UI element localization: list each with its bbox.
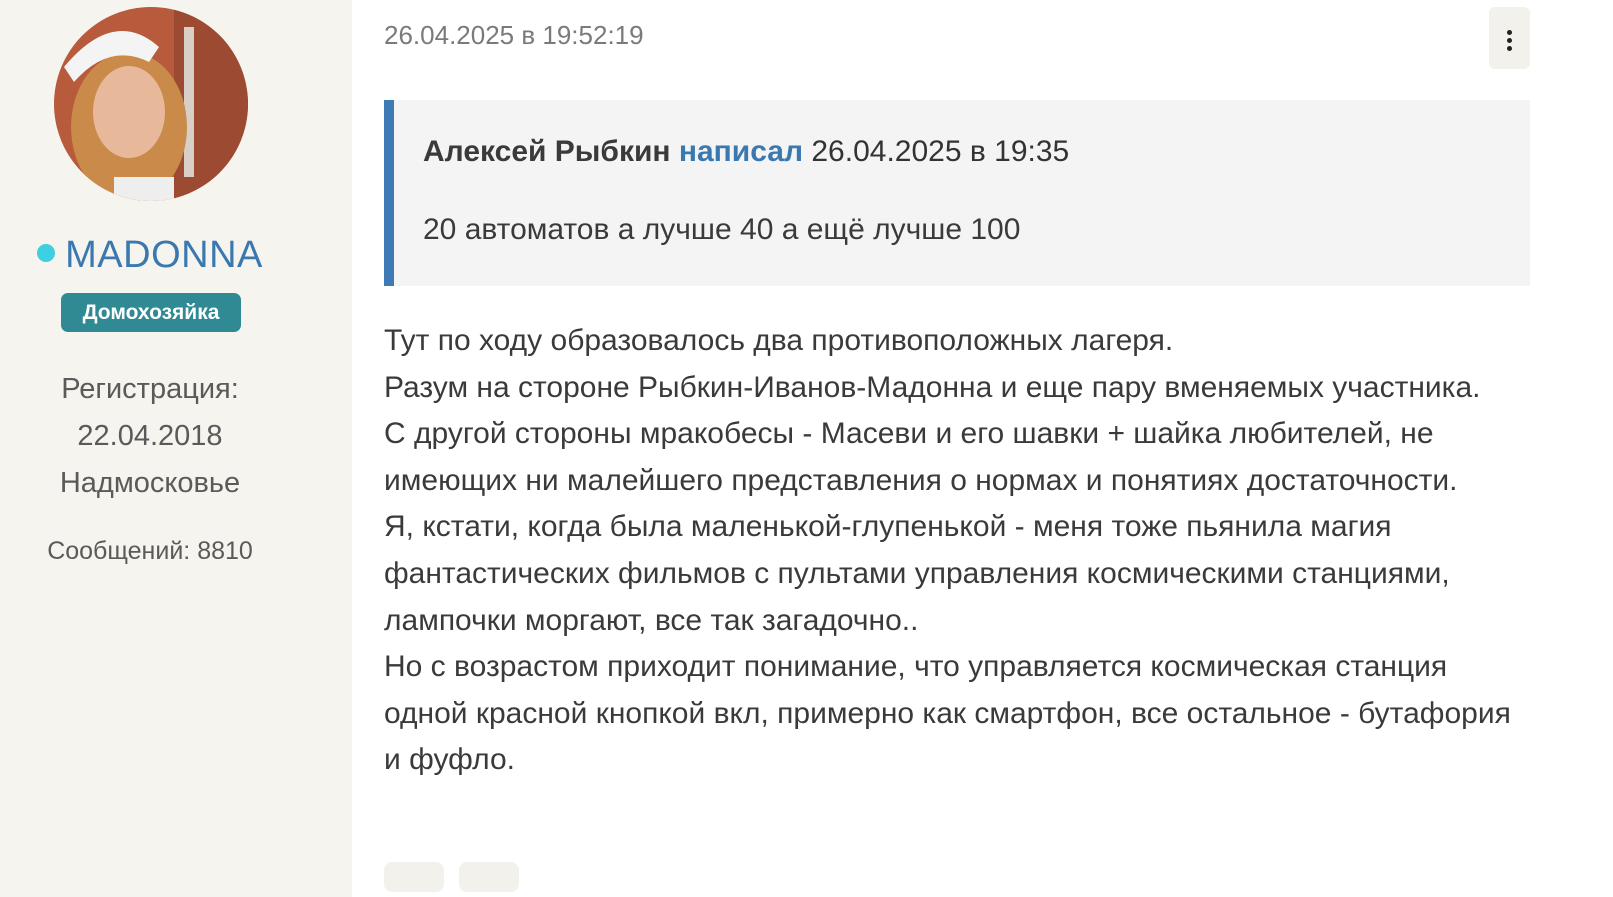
post-line: Я, кстати, когда была маленькой-глупеньк… (384, 510, 1450, 637)
registration-date: 22.04.2018 (77, 420, 223, 452)
post-menu-button[interactable] (1489, 7, 1530, 69)
user-location: Надмосковье (59, 467, 241, 499)
quote-header: Алексей Рыбкин написал 26.04.2025 в 19:3… (423, 135, 1069, 169)
post-line: Но с возрастом приходит понимание, что у… (384, 650, 1511, 777)
registration-label: Регистрация: (61, 373, 239, 405)
post-timestamp[interactable]: 26.04.2025 в 19:52:19 (384, 20, 644, 51)
role-badge: Домохозяйка (61, 293, 241, 332)
user-sidebar: MADONNA Домохозяйка Регистрация: 22.04.2… (0, 0, 352, 897)
messages-count: Сообщений: 8810 (47, 537, 253, 565)
post-line: Тут по ходу образовалось два противополо… (384, 324, 1174, 357)
avatar[interactable] (54, 7, 248, 201)
post-line: Разум на стороне Рыбкин-Иванов-Мадонна и… (384, 370, 1481, 404)
reply-button[interactable] (459, 862, 519, 892)
quote-block: Алексей Рыбкин написал 26.04.2025 в 19:3… (384, 100, 1530, 286)
user-meta: Регистрация: 22.04.2018 Надмосковье (0, 366, 300, 507)
online-status-icon (37, 243, 56, 262)
post-line: С другой стороны мракобесы - Масеви и ег… (384, 417, 1458, 497)
reaction-button[interactable] (384, 862, 444, 892)
post-body: Тут по ходу образовалось два противополо… (384, 318, 1534, 784)
quote-author[interactable]: Алексей Рыбкин (423, 135, 671, 168)
username[interactable]: MADONNA (65, 234, 263, 277)
user-name-row: MADONNA (0, 234, 300, 277)
quote-text: 20 автоматов а лучше 40 а ещё лучше 100 (423, 213, 1021, 246)
quote-date: 26.04.2025 в 19:35 (811, 135, 1070, 168)
quote-source-link[interactable]: написал (679, 135, 803, 168)
